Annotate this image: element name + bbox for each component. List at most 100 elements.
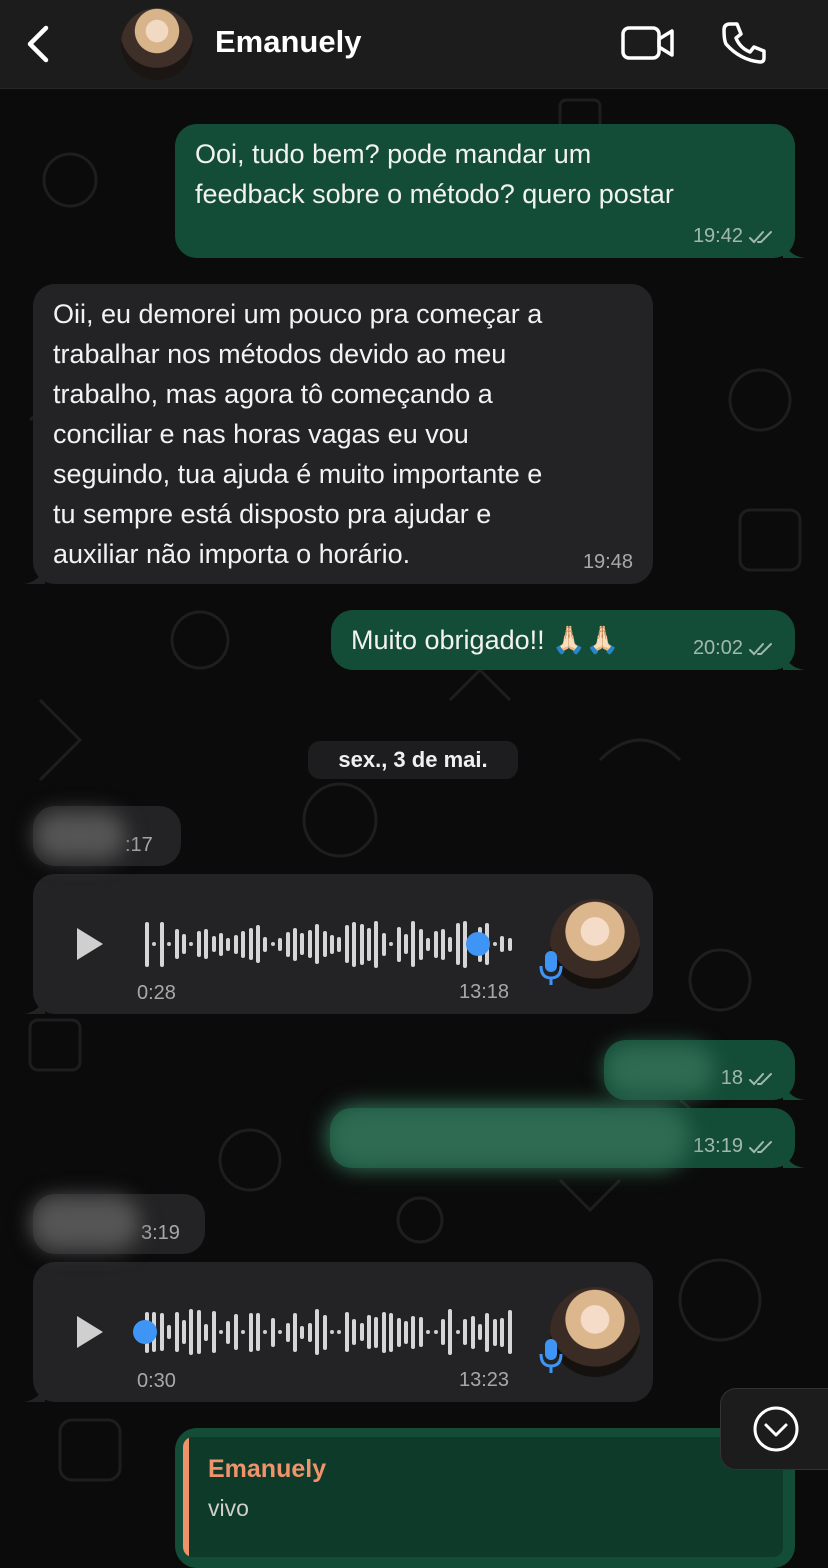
playback-scrubber[interactable] — [133, 1320, 157, 1344]
waveform-bar — [433, 930, 438, 958]
waveform-dot — [167, 942, 172, 946]
double-check-icon — [749, 1140, 772, 1153]
play-icon[interactable] — [75, 1314, 105, 1350]
play-icon[interactable] — [75, 926, 105, 962]
waveform-bar — [256, 925, 260, 963]
playback-scrubber[interactable] — [466, 932, 490, 956]
voice-waveform[interactable] — [145, 1302, 515, 1362]
waveform-dot — [278, 1330, 283, 1334]
waveform-dot — [270, 942, 275, 946]
message-time: :17 — [125, 834, 153, 856]
waveform-bar — [211, 1311, 216, 1353]
waveform-bar — [367, 927, 371, 961]
date-separator: sex., 3 de mai. — [308, 741, 518, 779]
waveform-bar — [485, 1312, 490, 1352]
waveform-bar — [196, 1310, 201, 1354]
waveform-bar — [344, 925, 349, 963]
waveform-bar — [241, 930, 246, 958]
reply-quote[interactable]: Emanuely vivo — [183, 1437, 783, 1557]
contact-name[interactable]: Emanuely — [215, 24, 361, 60]
waveform-bar — [507, 1310, 512, 1354]
message-meta: 19:42 — [693, 225, 775, 248]
waveform-bar — [352, 1319, 357, 1345]
video-call-icon[interactable] — [620, 24, 676, 62]
waveform-bar — [500, 1317, 505, 1347]
voice-duration: 0:28 — [137, 982, 176, 1004]
waveform-bar — [492, 1318, 497, 1346]
waveform-bar — [374, 1316, 379, 1348]
waveform-bar — [174, 929, 179, 959]
waveform-bar — [278, 937, 283, 951]
double-check-icon — [749, 230, 772, 243]
waveform-dot — [152, 942, 157, 946]
message-time: 20:02 — [692, 637, 743, 659]
message-meta: 13:19 — [693, 1135, 775, 1158]
waveform-bar — [196, 931, 201, 957]
waveform-bar — [167, 1325, 172, 1339]
scroll-to-bottom-button[interactable] — [720, 1388, 828, 1470]
waveform-bar — [270, 1317, 275, 1347]
waveform-bar — [211, 936, 216, 952]
waveform-bar — [441, 1319, 445, 1345]
chevron-down-icon — [753, 1406, 799, 1452]
waveform-bar — [359, 1323, 364, 1341]
outgoing-message[interactable]: Muito obrigado!! 🙏🏻🙏🏻 20:02 — [331, 610, 805, 670]
waveform-dot — [492, 942, 497, 946]
waveform-bar — [448, 1309, 453, 1355]
blurred-content — [34, 812, 126, 860]
waveform-bar — [219, 932, 223, 956]
waveform-bar — [300, 933, 305, 955]
waveform-dot — [433, 1330, 438, 1334]
waveform-dot — [389, 942, 394, 946]
waveform-bar — [455, 923, 460, 965]
mic-icon — [539, 951, 563, 985]
waveform-bar — [307, 1322, 312, 1342]
waveform-bar — [374, 920, 379, 968]
waveform-bar — [233, 934, 238, 954]
waveform-bar — [159, 1313, 164, 1351]
waveform-bar — [248, 1312, 253, 1352]
waveform-dot — [330, 1330, 334, 1334]
phone-icon[interactable] — [720, 20, 768, 66]
waveform-bar — [204, 929, 209, 959]
chat-header: Emanuely — [0, 0, 828, 89]
back-arrow-icon[interactable] — [20, 22, 60, 66]
incoming-message[interactable]: Oii, eu demorei um pouco pra começar a t… — [23, 284, 653, 584]
message-text: Oii, eu demorei um pouco pra começar a t… — [53, 299, 543, 569]
voice-message[interactable]: 0:28 13:18 — [23, 874, 653, 1014]
message-time: 13:19 — [692, 1135, 743, 1157]
waveform-bar — [411, 1315, 416, 1349]
waveform-dot — [426, 1330, 431, 1334]
waveform-dot — [337, 1330, 342, 1334]
waveform-bar — [507, 937, 512, 951]
waveform-bar — [233, 1314, 238, 1350]
waveform-bar — [411, 921, 416, 967]
quote-text: vivo — [208, 1495, 249, 1521]
waveform-bar — [226, 937, 231, 951]
contact-avatar[interactable] — [121, 8, 193, 80]
double-check-icon — [749, 642, 772, 655]
message-text: Ooi, tudo bem? pode mandar um feedback s… — [195, 139, 674, 209]
waveform-bar — [263, 936, 268, 952]
voice-message[interactable]: 0:30 13:23 — [23, 1262, 653, 1402]
outgoing-message[interactable]: Ooi, tudo bem? pode mandar um feedback s… — [175, 124, 805, 258]
voice-waveform[interactable] — [145, 914, 515, 974]
waveform-bar — [322, 931, 327, 957]
waveform-bar — [300, 1325, 305, 1339]
mic-icon — [539, 1339, 563, 1373]
waveform-bar — [159, 921, 164, 967]
waveform-bar — [352, 921, 357, 967]
waveform-bar — [182, 1320, 186, 1344]
waveform-bar — [470, 1315, 475, 1349]
waveform-bar — [226, 1320, 231, 1344]
waveform-bar — [381, 1311, 386, 1353]
blurred-content — [326, 1104, 690, 1170]
waveform-bar — [315, 924, 320, 964]
message-time: 19:42 — [692, 225, 743, 247]
waveform-bar — [256, 1313, 260, 1351]
waveform-dot — [189, 942, 194, 946]
waveform-bar — [441, 928, 445, 960]
waveform-bar — [285, 931, 290, 957]
waveform-bar — [315, 1309, 320, 1355]
double-check-icon — [749, 1072, 772, 1085]
